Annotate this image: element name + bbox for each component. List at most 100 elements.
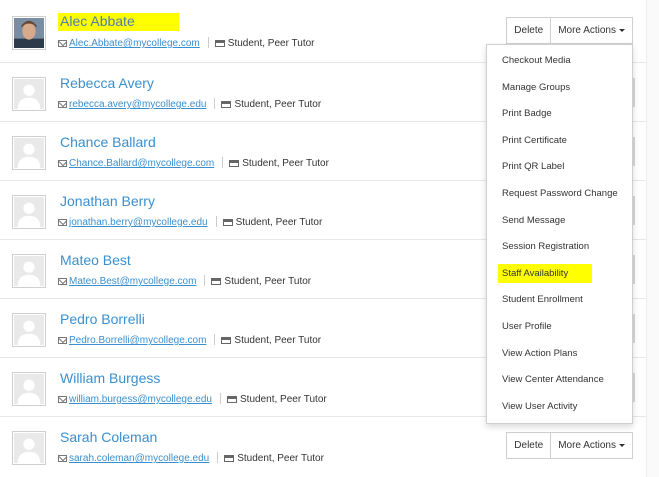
scrollbar[interactable] bbox=[646, 0, 659, 477]
user-roles: Student, Peer Tutor bbox=[237, 453, 324, 464]
envelope-icon bbox=[58, 455, 67, 462]
user-placeholder-icon bbox=[14, 256, 44, 286]
user-meta: Chance.Ballard@mycollege.com Student, Pee… bbox=[58, 157, 329, 170]
user-roles: Student, Peer Tutor bbox=[234, 99, 322, 110]
menu-item-print-qr-label[interactable]: Print QR Label bbox=[487, 154, 632, 181]
user-name[interactable]: Mateo Best bbox=[58, 252, 133, 268]
user-placeholder-icon bbox=[14, 138, 44, 168]
menu-item-view-action-plans[interactable]: View Action Plans bbox=[487, 341, 632, 368]
id-card-icon bbox=[221, 101, 232, 108]
more-actions-button[interactable]: More Actions bbox=[551, 17, 633, 44]
more-actions-button-edge[interactable] bbox=[633, 137, 635, 166]
id-card-icon bbox=[222, 219, 233, 226]
user-name[interactable]: Jonathan Berry bbox=[58, 193, 157, 209]
user-name[interactable]: William Burgess bbox=[58, 370, 162, 386]
more-actions-button-edge[interactable] bbox=[633, 196, 635, 225]
user-name[interactable]: Pedro Borrelli bbox=[58, 311, 147, 327]
menu-item-staff-availability[interactable]: Staff Availability bbox=[487, 261, 632, 288]
more-actions-label: More Actions bbox=[558, 440, 616, 451]
envelope-icon bbox=[58, 40, 67, 47]
avatar[interactable] bbox=[12, 431, 46, 465]
menu-item-print-badge[interactable]: Print Badge bbox=[487, 101, 632, 128]
avatar[interactable] bbox=[12, 77, 46, 111]
menu-item-checkout-media[interactable]: Checkout Media bbox=[487, 48, 632, 75]
more-actions-dropdown-menu: Checkout Media Manage Groups Print Badge… bbox=[486, 44, 633, 424]
caret-down-icon bbox=[619, 444, 625, 447]
more-actions-button-edge[interactable] bbox=[633, 373, 635, 402]
user-email-link[interactable]: Mateo.Best@mycollege.com bbox=[69, 276, 196, 287]
user-roles: Student, Peer Tutor bbox=[235, 217, 323, 228]
menu-item-send-message[interactable]: Send Message bbox=[487, 208, 632, 235]
user-email-link[interactable]: rebecca.avery@mycollege.edu bbox=[69, 99, 206, 110]
user-email-link[interactable]: sarah.coleman@mycollege.edu bbox=[69, 453, 209, 464]
envelope-icon bbox=[58, 278, 67, 285]
user-meta: jonathan.berry@mycollege.edu Student, Pee… bbox=[58, 216, 322, 229]
user-placeholder-icon bbox=[14, 197, 44, 227]
envelope-icon bbox=[58, 219, 67, 226]
avatar[interactable] bbox=[12, 16, 46, 50]
user-placeholder-icon bbox=[14, 433, 44, 463]
user-meta: william.burgess@mycollege.edu Student, Pe… bbox=[58, 393, 327, 406]
user-placeholder-icon bbox=[14, 79, 44, 109]
user-roles: Student, Peer Tutor bbox=[234, 335, 322, 346]
id-card-icon bbox=[224, 455, 235, 462]
user-email-link[interactable]: jonathan.berry@mycollege.edu bbox=[69, 217, 208, 228]
user-placeholder-icon bbox=[14, 374, 44, 404]
user-meta: Mateo.Best@mycollege.com Student, Peer Tu… bbox=[58, 275, 311, 288]
more-actions-button-edge[interactable] bbox=[633, 314, 635, 343]
avatar[interactable] bbox=[12, 372, 46, 406]
user-roles: Student, Peer Tutor bbox=[240, 394, 327, 405]
menu-item-print-certificate[interactable]: Print Certificate bbox=[487, 128, 632, 155]
envelope-icon bbox=[58, 101, 67, 108]
avatar[interactable] bbox=[12, 195, 46, 229]
delete-button[interactable]: Delete bbox=[506, 432, 552, 459]
divider bbox=[222, 157, 224, 168]
envelope-icon bbox=[58, 396, 67, 403]
menu-item-view-center-attendance[interactable]: View Center Attendance bbox=[487, 367, 632, 394]
user-name[interactable]: Sarah Coleman bbox=[58, 429, 159, 445]
avatar[interactable] bbox=[12, 313, 46, 347]
envelope-icon bbox=[58, 337, 67, 344]
user-email-link[interactable]: Pedro.Borrelli@mycollege.com bbox=[69, 335, 206, 346]
avatar[interactable] bbox=[12, 254, 46, 288]
divider bbox=[217, 452, 219, 463]
menu-item-user-profile[interactable]: User Profile bbox=[487, 314, 632, 341]
user-roles: Student, Peer Tutor bbox=[242, 158, 329, 169]
user-email-link[interactable]: Chance.Ballard@mycollege.com bbox=[69, 158, 214, 169]
divider bbox=[220, 393, 221, 404]
more-actions-button-edge[interactable] bbox=[633, 255, 635, 284]
user-roles: Student, Peer Tutor bbox=[227, 38, 315, 49]
delete-button[interactable]: Delete bbox=[506, 17, 552, 44]
more-actions-button[interactable]: More Actions bbox=[551, 432, 633, 459]
avatar[interactable] bbox=[12, 136, 46, 170]
user-roles: Student, Peer Tutor bbox=[224, 276, 312, 287]
menu-item-request-password-change[interactable]: Request Password Change bbox=[487, 181, 632, 208]
id-card-icon bbox=[229, 160, 240, 167]
envelope-icon bbox=[58, 160, 67, 167]
menu-item-staff-availability-label: Staff Availability bbox=[498, 263, 593, 283]
divider bbox=[204, 275, 206, 286]
user-row: Sarah Coleman sarah.coleman@mycollege.ed… bbox=[0, 416, 646, 475]
user-meta: Pedro.Borrelli@mycollege.com Student, Pee… bbox=[58, 334, 321, 347]
user-meta: Alec.Abbate@mycollege.com Student, Peer T… bbox=[58, 37, 315, 50]
user-meta: sarah.coleman@mycollege.edu Student, Peer… bbox=[58, 452, 324, 465]
divider bbox=[215, 216, 217, 227]
user-email-link[interactable]: william.burgess@mycollege.edu bbox=[69, 394, 212, 405]
menu-item-session-registration[interactable]: Session Registration bbox=[487, 234, 632, 261]
row-actions: Delete More Actions bbox=[506, 432, 633, 459]
menu-item-view-user-activity[interactable]: View User Activity bbox=[487, 394, 632, 421]
user-photo bbox=[14, 18, 44, 48]
menu-item-manage-groups[interactable]: Manage Groups bbox=[487, 75, 632, 102]
divider bbox=[207, 37, 209, 48]
caret-down-icon bbox=[619, 29, 625, 32]
user-name[interactable]: Rebecca Avery bbox=[58, 75, 156, 91]
more-actions-button-edge[interactable] bbox=[633, 78, 635, 107]
user-name[interactable]: Alec Abbate bbox=[58, 13, 179, 31]
menu-item-student-enrollment[interactable]: Student Enrollment bbox=[487, 287, 632, 314]
user-email-link[interactable]: Alec.Abbate@mycollege.com bbox=[69, 38, 200, 49]
id-card-icon bbox=[214, 40, 225, 47]
user-meta: rebecca.avery@mycollege.edu Student, Peer… bbox=[58, 98, 321, 111]
id-card-icon bbox=[227, 396, 237, 403]
user-name[interactable]: Chance Ballard bbox=[58, 134, 158, 150]
user-placeholder-icon bbox=[14, 315, 44, 345]
